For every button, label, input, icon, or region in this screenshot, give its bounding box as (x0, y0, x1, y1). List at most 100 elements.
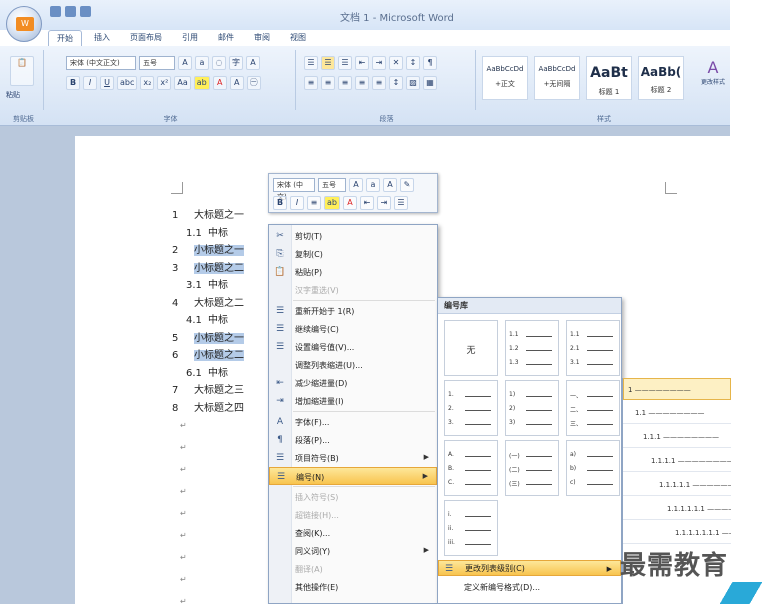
font-color-button[interactable]: A (212, 76, 227, 90)
list-level-option[interactable]: 1.1 ———————— (623, 402, 731, 424)
mini-decrease-indent-button[interactable]: ⇤ (359, 196, 374, 210)
document-line[interactable]: 4 大标题之二 (172, 294, 244, 309)
numbering-format-cell[interactable]: 1. 2. 3. (444, 380, 498, 436)
list-level-option[interactable]: 1.1.1.1.1 ———————— (623, 474, 731, 496)
undo-icon[interactable] (65, 6, 76, 17)
superscript-button[interactable]: x² (157, 76, 172, 90)
document-line[interactable]: 7 大标题之三 (172, 381, 244, 396)
document-line[interactable]: 1.1 中标 (186, 224, 228, 239)
tab-3[interactable]: 引用 (174, 30, 206, 46)
document-line[interactable]: 3.1 中标 (186, 276, 228, 291)
context-menu-item[interactable]: 查阅(K)... (269, 524, 437, 542)
mini-shrink-font-button[interactable]: a (366, 178, 380, 192)
mini-bold-button[interactable]: B (273, 196, 287, 210)
mini-font-color-button[interactable]: A (342, 196, 357, 210)
mini-center-button[interactable]: ≡ (307, 196, 321, 210)
align-center-button[interactable]: ≡ (321, 76, 335, 90)
define-new-format-item[interactable]: 定义新编号格式(D)... (438, 580, 621, 596)
document-line[interactable]: 1 大标题之一 (172, 206, 244, 221)
mini-font-size-select[interactable]: 五号 (318, 178, 346, 192)
numbering-button[interactable]: ☰ (321, 56, 335, 70)
font-size-select[interactable]: 五号 (139, 56, 175, 70)
mini-italic-button[interactable]: I (290, 196, 304, 210)
office-button[interactable]: W (6, 6, 42, 42)
numbering-format-cell[interactable]: 一、 二、 三、 (566, 380, 620, 436)
document-line[interactable]: 2 小标题之一 (172, 241, 244, 256)
change-case-button[interactable]: Aa (174, 76, 191, 90)
mini-grow-font-button[interactable]: A (349, 178, 363, 192)
distribute-button[interactable]: ≡ (372, 76, 386, 90)
tab-6[interactable]: 视图 (282, 30, 314, 46)
subscript-button[interactable]: x₂ (140, 76, 155, 90)
context-menu-item[interactable]: ☰ 项目符号(B) ▶ (269, 449, 437, 467)
multilevel-list-button[interactable]: ☰ (338, 56, 352, 70)
document-line[interactable]: 5 小标题之一 (172, 329, 244, 344)
char-shading-button[interactable]: A (229, 76, 244, 90)
style-1[interactable]: AaBbCcDd +无间隔 (534, 56, 580, 100)
context-menu-item[interactable]: 其他操作(E) (269, 578, 437, 596)
shrink-font-button[interactable]: a (195, 56, 209, 70)
numbering-format-cell[interactable]: (一) (二) (三) (505, 440, 559, 496)
list-level-option[interactable]: 1.1.1.1.1.1.1 ———————— (623, 522, 731, 544)
shading-button[interactable]: ▨ (406, 76, 420, 90)
underline-button[interactable]: U (100, 76, 114, 90)
document-line[interactable]: 8 大标题之四 (172, 399, 244, 414)
enclose-char-button[interactable]: ㊀ (246, 76, 261, 90)
tab-0[interactable]: 开始 (48, 30, 82, 46)
save-icon[interactable] (50, 6, 61, 17)
context-menu-item[interactable]: ⇤ 减少缩进量(D) (269, 374, 437, 392)
tab-4[interactable]: 邮件 (210, 30, 242, 46)
context-menu-item[interactable]: ☰ 编号(N) ▶ (269, 467, 437, 485)
tab-1[interactable]: 插入 (86, 30, 118, 46)
context-menu-item[interactable]: ☰ 设置编号值(V)... (269, 338, 437, 356)
list-level-option[interactable]: 1 ———————— (623, 378, 731, 400)
chinese-layout-button[interactable]: ✕ (389, 56, 403, 70)
context-menu-item[interactable]: A 字体(F)... (269, 413, 437, 431)
grow-font-button[interactable]: A (178, 56, 192, 70)
list-level-option[interactable]: 1.1.1.1.1.1 ———————— (623, 498, 731, 520)
tab-2[interactable]: 页面布局 (122, 30, 170, 46)
change-styles-button[interactable]: A 更改样式 (700, 58, 726, 86)
justify-button[interactable]: ≡ (355, 76, 369, 90)
context-menu-item[interactable]: ☰ 继续编号(C) (269, 320, 437, 338)
show-marks-button[interactable]: ¶ (423, 56, 437, 70)
mini-bullets-button[interactable]: ☰ (393, 196, 408, 210)
increase-indent-button[interactable]: ⇥ (372, 56, 386, 70)
context-menu-item[interactable]: ✂ 剪切(T) (269, 227, 437, 245)
style-3[interactable]: AaBb(标题 2 (638, 56, 684, 100)
bullets-button[interactable]: ☰ (304, 56, 318, 70)
document-line[interactable]: 6 小标题之二 (172, 346, 244, 361)
strikethrough-button[interactable]: abc (117, 76, 138, 90)
document-line[interactable]: 3 小标题之二 (172, 259, 244, 274)
redo-icon[interactable] (80, 6, 91, 17)
context-menu-item[interactable]: ⎘ 复制(C) (269, 245, 437, 263)
mini-style-button[interactable]: A (383, 178, 397, 192)
highlight-button[interactable]: ab (193, 76, 210, 90)
context-menu-item[interactable]: 调整列表缩进(U)... (269, 356, 437, 374)
mini-format-painter-button[interactable]: ✎ (400, 178, 414, 192)
clear-format-button[interactable]: ◌ (212, 56, 226, 70)
numbering-format-cell[interactable]: 1) 2) 3) (505, 380, 559, 436)
bold-button[interactable]: B (66, 76, 80, 90)
context-menu-item[interactable]: 同义词(Y) ▶ (269, 542, 437, 560)
list-level-option[interactable]: 1.1.1 ———————— (623, 426, 731, 448)
sort-button[interactable]: ↕ (406, 56, 420, 70)
mini-font-name-select[interactable]: 宋体 (中文) (273, 178, 315, 201)
italic-button[interactable]: I (83, 76, 97, 90)
context-menu-item[interactable]: ⇥ 增加缩进量(I) (269, 392, 437, 410)
numbering-format-cell[interactable]: 1.1 1.2 1.3 (505, 320, 559, 376)
tab-5[interactable]: 审阅 (246, 30, 278, 46)
paste-button[interactable]: 📋 (10, 56, 34, 86)
numbering-format-cell[interactable]: i. ii. iii. (444, 500, 498, 556)
decrease-indent-button[interactable]: ⇤ (355, 56, 369, 70)
numbering-format-cell[interactable]: A. B. C. (444, 440, 498, 496)
document-line[interactable]: 4.1 中标 (186, 311, 228, 326)
align-left-button[interactable]: ≡ (304, 76, 318, 90)
numbering-format-cell[interactable]: 无 (444, 320, 498, 376)
line-spacing-button[interactable]: ↕ (389, 76, 403, 90)
char-border-button[interactable]: A (246, 56, 260, 70)
list-level-option[interactable]: 1.1.1.1 ———————— (623, 450, 731, 472)
mini-highlight-button[interactable]: ab (324, 196, 340, 210)
context-menu-item[interactable]: ¶ 段落(P)... (269, 431, 437, 449)
context-menu-item[interactable]: ☰ 重新开始于 1(R) (269, 302, 437, 320)
